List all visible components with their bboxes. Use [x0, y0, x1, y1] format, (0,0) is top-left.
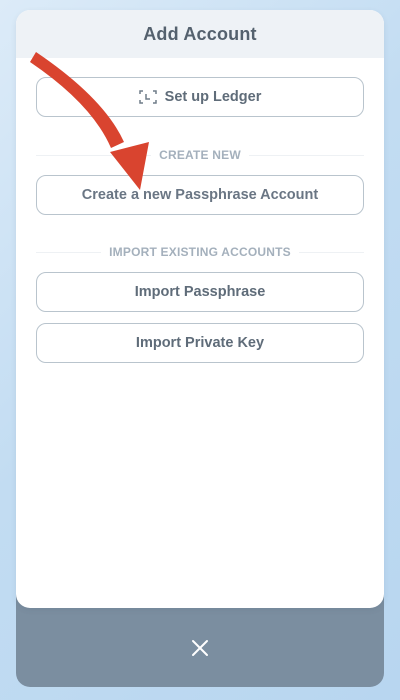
- import-passphrase-button[interactable]: Import Passphrase: [36, 272, 364, 312]
- create-passphrase-account-button[interactable]: Create a new Passphrase Account: [36, 175, 364, 215]
- modal-title: Add Account: [143, 23, 257, 44]
- ledger-icon: [138, 90, 157, 104]
- import-passphrase-label: Import Passphrase: [134, 284, 266, 300]
- create-passphrase-account-label: Create a new Passphrase Account: [81, 187, 319, 203]
- import-private-key-button[interactable]: Import Private Key: [36, 323, 364, 363]
- modal-header: Add Account: [16, 10, 384, 58]
- import-existing-section-divider: IMPORT EXISTING ACCOUNTS: [36, 243, 364, 261]
- setup-ledger-label: Set up Ledger: [164, 89, 262, 105]
- import-private-key-label: Import Private Key: [135, 335, 265, 351]
- close-icon: [192, 640, 208, 656]
- add-account-modal: Add Account Set up Ledger CREATE NEW Cre…: [16, 10, 384, 608]
- setup-ledger-button[interactable]: Set up Ledger: [36, 77, 364, 117]
- close-button[interactable]: [184, 634, 216, 662]
- import-existing-section-label: IMPORT EXISTING ACCOUNTS: [101, 245, 299, 259]
- create-new-section-label: CREATE NEW: [151, 148, 249, 162]
- create-new-section-divider: CREATE NEW: [36, 146, 364, 164]
